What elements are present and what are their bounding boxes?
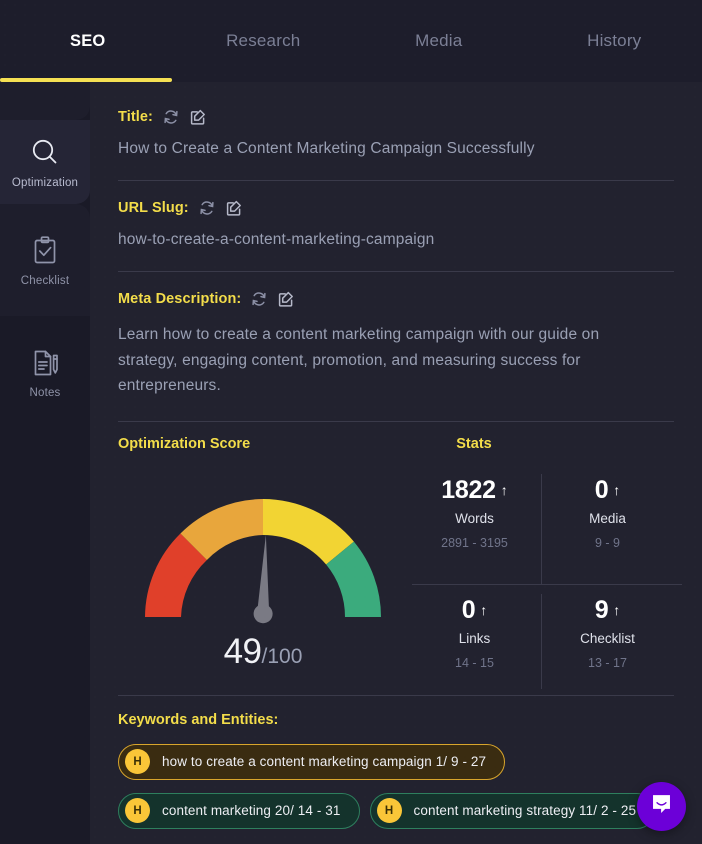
sidebar-item-checklist[interactable]: Checklist <box>0 204 90 316</box>
optimization-score-panel: Optimization Score 49/100 <box>118 435 408 671</box>
keywords-section: Keywords and Entities: H how to create a… <box>118 696 674 829</box>
keyword-pill[interactable]: H content marketing strategy 11/ 2 - 25 <box>369 792 656 829</box>
stat-links-range: 14 - 15 <box>455 655 494 670</box>
divider-3 <box>118 420 674 422</box>
document-pen-icon <box>28 346 62 380</box>
stat-checklist-value: 9 <box>594 595 609 624</box>
score-value: 49 <box>223 631 262 671</box>
nav-tab-list: SEO Research Media History <box>0 0 702 82</box>
stats-title: Stats <box>456 435 492 452</box>
stat-links-value: 0 <box>461 595 476 624</box>
tab-seo[interactable]: SEO <box>0 32 176 51</box>
sidebar-item-notes[interactable]: Notes <box>0 316 90 428</box>
title-field-header: Title: <box>118 108 674 126</box>
magnifier-icon <box>28 136 62 170</box>
title-value: How to Create a Content Marketing Campai… <box>118 140 535 157</box>
tab-research[interactable]: Research <box>176 31 352 51</box>
sidebar-item-label-optimization: Optimization <box>11 176 79 189</box>
stat-checklist[interactable]: 9 ↑ Checklist 13 - 17 <box>541 596 674 670</box>
keyword-text: content marketing 20/ 14 - 31 <box>162 803 341 818</box>
keyword-pill[interactable]: H content marketing 20/ 14 - 31 <box>118 792 360 829</box>
stat-media[interactable]: 0 ↑ Media 9 - 9 <box>541 476 674 550</box>
keyword-text: how to create a content marketing campai… <box>162 754 487 769</box>
sidebar-item-label-notes: Notes <box>29 386 61 399</box>
stat-media-top: 0 ↑ <box>541 476 674 505</box>
keyword-pill-row-1: H how to create a content marketing camp… <box>118 743 674 780</box>
edit-pencil-icon[interactable] <box>189 108 207 126</box>
refresh-icon[interactable] <box>250 290 268 308</box>
up-arrow-icon: ↑ <box>500 482 508 498</box>
score-stats-row: Optimization Score 49/100 Stats 1822 ↑ W… <box>118 435 682 691</box>
stat-words-range: 2891 - 3195 <box>441 535 508 550</box>
stat-checklist-name: Checklist <box>580 630 635 646</box>
edit-pencil-icon[interactable] <box>277 290 295 308</box>
slug-field: URL Slug: how-to-create-a-content-market… <box>118 181 674 249</box>
sidebar-item-optimization[interactable]: Optimization <box>0 120 90 204</box>
title-field: Title: How to Create a Content Marketing… <box>118 82 674 158</box>
keywords-title: Keywords and Entities: <box>118 711 279 728</box>
slug-value: how-to-create-a-content-marketing-campai… <box>118 231 435 248</box>
main-content: Title: How to Create a Content Marketing… <box>90 82 702 844</box>
sidebar-top-cap <box>0 82 90 120</box>
up-arrow-icon: ↑ <box>613 482 621 498</box>
stat-words-value: 1822 <box>441 475 496 504</box>
stats-panel: Stats 1822 ↑ Words 2891 - 3195 0 ↑ Media… <box>408 435 682 689</box>
stat-words-name: Words <box>455 510 494 526</box>
stat-words[interactable]: 1822 ↑ Words 2891 - 3195 <box>408 476 541 550</box>
top-navigation-bar: SEO Research Media History <box>0 0 702 82</box>
stat-media-name: Media <box>589 510 626 526</box>
intercom-messenger-button[interactable] <box>637 782 686 831</box>
score-max: /100 <box>261 644 303 668</box>
meta-description-label: Meta Description: <box>118 291 242 307</box>
slug-label: URL Slug: <box>118 200 189 216</box>
meta-description-field: Meta Description: Learn how to create a … <box>118 272 674 399</box>
stat-checklist-top: 9 ↑ <box>541 596 674 625</box>
optimization-score-title: Optimization Score <box>118 435 251 452</box>
keyword-pill[interactable]: H how to create a content marketing camp… <box>118 743 506 780</box>
chat-bubble-smile-icon <box>649 792 674 822</box>
stat-links-name: Links <box>458 630 491 646</box>
keyword-badge: H <box>376 798 402 823</box>
tab-history[interactable]: History <box>527 31 702 51</box>
left-sidebar: Optimization Checklist Notes <box>0 82 90 844</box>
keyword-text: content marketing strategy 11/ 2 - 25 <box>413 803 637 818</box>
stat-checklist-range: 13 - 17 <box>588 655 627 670</box>
meta-description-value: Learn how to create a content marketing … <box>118 326 600 394</box>
stat-links-top: 0 ↑ <box>408 596 541 625</box>
clipboard-check-icon <box>28 234 62 268</box>
refresh-icon[interactable] <box>162 108 180 126</box>
meta-description-header: Meta Description: <box>118 290 674 308</box>
up-arrow-icon: ↑ <box>613 602 621 618</box>
keyword-pill-row-2: H content marketing 20/ 14 - 31 H conten… <box>118 792 674 829</box>
slug-field-header: URL Slug: <box>118 199 674 217</box>
title-label: Title: <box>118 109 153 125</box>
seo-optimization-panel: SEO Research Media History Optimization <box>0 0 702 844</box>
optimization-score-gauge <box>145 498 382 623</box>
stats-divider-horizontal <box>412 583 682 585</box>
gauge-needle <box>253 534 273 623</box>
keyword-badge: H <box>125 798 150 823</box>
keyword-badge: H <box>125 749 150 774</box>
edit-pencil-icon[interactable] <box>225 199 243 217</box>
stat-words-top: 1822 ↑ <box>408 476 541 505</box>
stat-media-value: 0 <box>594 475 609 504</box>
stat-links[interactable]: 0 ↑ Links 14 - 15 <box>408 596 541 670</box>
score-readout: 49/100 <box>118 632 408 672</box>
refresh-icon[interactable] <box>198 199 216 217</box>
tab-media[interactable]: Media <box>351 31 527 51</box>
stat-media-range: 9 - 9 <box>594 535 620 550</box>
up-arrow-icon: ↑ <box>480 602 488 618</box>
sidebar-item-label-checklist: Checklist <box>20 274 70 287</box>
